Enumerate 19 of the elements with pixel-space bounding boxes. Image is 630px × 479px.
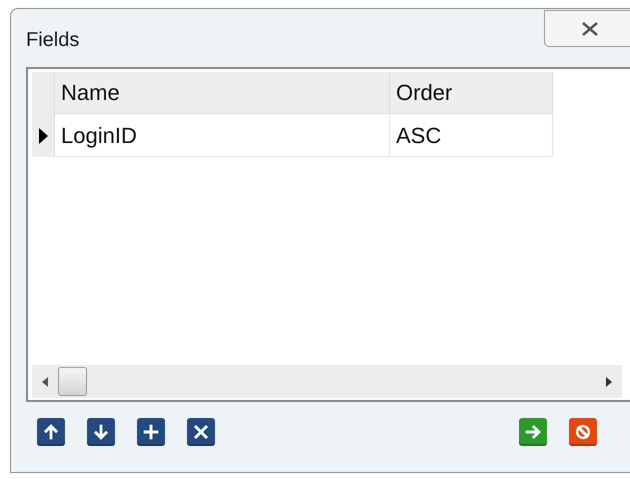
- table-cell: LoginID: [55, 114, 390, 157]
- table-cell: ASC: [390, 114, 553, 157]
- window-title: Fields: [26, 28, 80, 53]
- close-button[interactable]: [544, 10, 630, 47]
- column-header[interactable]: Order: [390, 72, 553, 114]
- row-header-corner: [32, 72, 55, 114]
- row-header[interactable]: [32, 114, 55, 157]
- prohibited-icon[interactable]: [569, 418, 597, 446]
- arrow-down-icon[interactable]: [87, 418, 115, 446]
- current-row-icon: [38, 128, 48, 144]
- plus-icon[interactable]: [137, 418, 165, 446]
- arrow-right-icon[interactable]: [519, 418, 547, 446]
- arrow-up-icon[interactable]: [37, 418, 65, 446]
- column-header[interactable]: Name: [55, 72, 390, 114]
- close-icon[interactable]: [187, 418, 215, 446]
- horizontal-scrollbar[interactable]: [32, 365, 622, 398]
- scroll-right-icon[interactable]: [606, 376, 612, 386]
- scroll-left-icon[interactable]: [42, 376, 48, 386]
- scrollbar-thumb[interactable]: [58, 367, 87, 396]
